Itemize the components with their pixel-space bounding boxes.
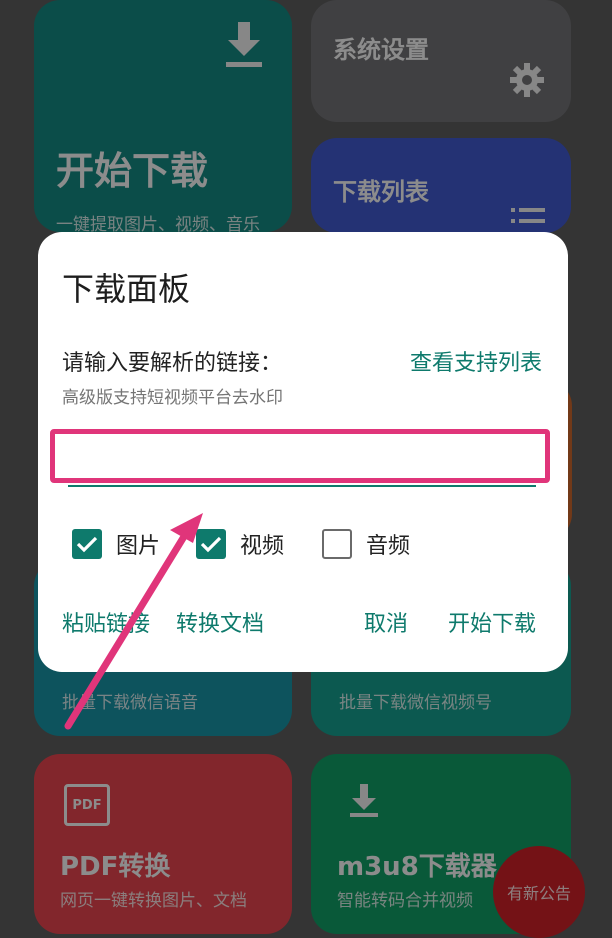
annotation-arrow-icon bbox=[64, 513, 203, 730]
